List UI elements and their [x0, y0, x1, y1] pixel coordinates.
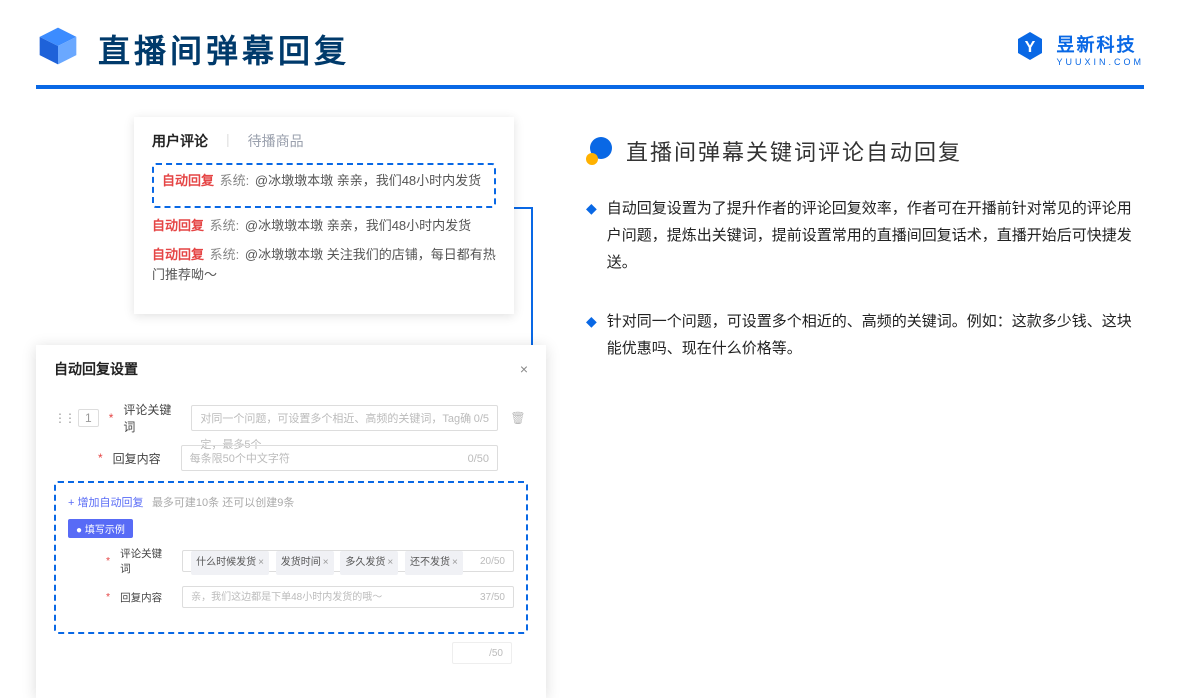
required-mark: * — [98, 451, 103, 465]
settings-dialog: 自动回复设置 × ⋮⋮ 1 * 评论关键词 对同一个问题，可设置多个相近、高频的关… — [36, 345, 546, 698]
tab-separator: | — [226, 131, 230, 151]
keyword-input[interactable]: 对同一个问题，可设置多个相近、高频的关键词，Tag确定，最多5个 0/5 — [191, 405, 498, 431]
ex-keyword-input[interactable]: 什么时候发货× 发货时间× 多久发货× 还不发货× 20/50 — [182, 550, 514, 572]
explanation-column: 直播间弹幕关键词评论自动回复 ◆ 自动回复设置为了提升作者的评论回复效率，作者可… — [586, 117, 1144, 607]
page-title: 直播间弹幕回复 — [98, 26, 350, 72]
chip-remove-icon[interactable]: × — [323, 552, 329, 574]
example-reply-row: * 回复内容 亲，我们这边都是下单48小时内发货的哦～ 37/50 — [68, 586, 514, 608]
ex-reply-value: 亲，我们这边都是下单48小时内发货的哦～ — [191, 587, 382, 607]
brand-sub: YUUXIN.COM — [1056, 57, 1144, 67]
input-placeholder: 对同一个问题，可设置多个相近、高频的关键词，Tag确定，最多5个 — [200, 406, 473, 430]
auto-reply-tag: 自动回复 — [152, 247, 204, 262]
bullet-diamond-icon: ◆ — [586, 195, 597, 222]
page-header: 直播间弹幕回复 Y 昱新科技 YUUXIN.COM — [0, 0, 1180, 85]
chat-bubble-icon — [586, 137, 614, 165]
keyword-chip[interactable]: 发货时间× — [276, 551, 334, 575]
char-count: /50 — [489, 643, 503, 663]
auto-reply-tag: 自动回复 — [162, 173, 214, 188]
example-keyword-row: * 评论关键词 什么时候发货× 发货时间× 多久发货× 还不发货× 20/50 — [68, 546, 514, 576]
comment-item: 自动回复 系统: @冰墩墩本墩 关注我们的店铺，每日都有热门推荐呦～ — [152, 245, 496, 287]
brand-icon: Y — [1014, 30, 1046, 67]
example-block: + 增加自动回复 最多可建10条 还可以创建9条 ● 填写示例 * 评论关键词 … — [54, 481, 528, 634]
bullet-diamond-icon: ◆ — [586, 308, 597, 335]
index-number: 1 — [78, 409, 99, 427]
auto-reply-tag: 自动回复 — [152, 218, 204, 233]
highlighted-comment: 自动回复 系统: @冰墩墩本墩 亲亲，我们48小时内发货 — [152, 163, 496, 208]
connector-line — [514, 207, 532, 209]
keyword-row: ⋮⋮ 1 * 评论关键词 对同一个问题，可设置多个相近、高频的关键词，Tag确定，… — [54, 401, 528, 435]
svg-text:Y: Y — [1025, 39, 1036, 56]
trash-icon[interactable]: 🗑 — [508, 411, 528, 425]
ghost-row: /50 — [54, 642, 528, 664]
required-mark: * — [109, 411, 114, 425]
settings-title: 自动回复设置 — [54, 359, 138, 379]
ex-reply-label: 回复内容 — [120, 590, 172, 605]
drag-handle-icon[interactable]: ⋮⋮ — [54, 411, 74, 425]
reply-label: 回复内容 — [113, 450, 171, 467]
input-placeholder: 每条限50个中文字符 — [190, 446, 290, 470]
char-count: 0/50 — [468, 446, 489, 470]
comment-item: 自动回复 系统: @冰墩墩本墩 亲亲，我们48小时内发货 — [162, 171, 486, 192]
system-tag: 系统: — [210, 247, 240, 262]
ex-reply-input[interactable]: 亲，我们这边都是下单48小时内发货的哦～ 37/50 — [182, 586, 514, 608]
chip-remove-icon[interactable]: × — [258, 552, 264, 574]
comment-item: 自动回复 系统: @冰墩墩本墩 亲亲，我们48小时内发货 — [152, 216, 496, 237]
char-count: 0/5 — [474, 406, 489, 430]
add-auto-reply-link[interactable]: + 增加自动回复 — [68, 497, 143, 509]
tab-pending-goods[interactable]: 待播商品 — [248, 131, 304, 151]
bullet-text: 针对同一个问题，可设置多个相近的、高频的关键词。例如：这款多少钱、这块能优惠吗、… — [607, 308, 1134, 362]
keyword-chip[interactable]: 什么时候发货× — [191, 551, 269, 575]
char-count: 37/50 — [480, 587, 505, 607]
comment-text: @冰墩墩本墩 亲亲，我们48小时内发货 — [255, 173, 481, 188]
system-tag: 系统: — [220, 173, 250, 188]
bullet-item: ◆ 自动回复设置为了提升作者的评论回复效率，作者可在开播前针对常见的评论用户问题… — [586, 195, 1144, 276]
section-title: 直播间弹幕关键词评论自动回复 — [626, 135, 962, 167]
header-left: 直播间弹幕回复 — [36, 24, 350, 73]
comment-tabs: 用户评论 | 待播商品 — [152, 131, 496, 151]
mockup-area: 用户评论 | 待播商品 自动回复 系统: @冰墩墩本墩 亲亲，我们48小时内发货… — [36, 117, 556, 607]
comment-panel: 用户评论 | 待播商品 自动回复 系统: @冰墩墩本墩 亲亲，我们48小时内发货… — [134, 117, 514, 314]
bullet-item: ◆ 针对同一个问题，可设置多个相近的、高频的关键词。例如：这款多少钱、这块能优惠… — [586, 308, 1144, 362]
add-hint: 最多可建10条 还可以创建9条 — [152, 497, 294, 509]
keyword-chip[interactable]: 多久发货× — [340, 551, 398, 575]
reply-row: * 回复内容 每条限50个中文字符 0/50 — [54, 445, 528, 471]
chip-remove-icon[interactable]: × — [387, 552, 393, 574]
chip-remove-icon[interactable]: × — [452, 552, 458, 574]
ghost-input: /50 — [452, 642, 512, 664]
reply-input[interactable]: 每条限50个中文字符 0/50 — [181, 445, 498, 471]
cube-icon — [36, 24, 80, 73]
brand-logo: Y 昱新科技 YUUXIN.COM — [1014, 30, 1144, 67]
keyword-label: 评论关键词 — [123, 401, 181, 435]
required-mark: * — [106, 555, 110, 567]
example-pill: ● 填写示例 — [68, 519, 133, 538]
section-header: 直播间弹幕关键词评论自动回复 — [586, 135, 1144, 167]
char-count: 20/50 — [480, 551, 505, 571]
comment-text: @冰墩墩本墩 亲亲，我们48小时内发货 — [245, 218, 471, 233]
tab-user-comments[interactable]: 用户评论 — [152, 131, 208, 151]
keyword-chip[interactable]: 还不发货× — [405, 551, 463, 575]
ex-keyword-label: 评论关键词 — [120, 546, 172, 576]
required-mark: * — [106, 591, 110, 603]
system-tag: 系统: — [210, 218, 240, 233]
close-icon[interactable]: × — [520, 361, 528, 377]
bullet-text: 自动回复设置为了提升作者的评论回复效率，作者可在开播前针对常见的评论用户问题，提… — [607, 195, 1134, 276]
brand-name: 昱新科技 — [1056, 31, 1144, 57]
